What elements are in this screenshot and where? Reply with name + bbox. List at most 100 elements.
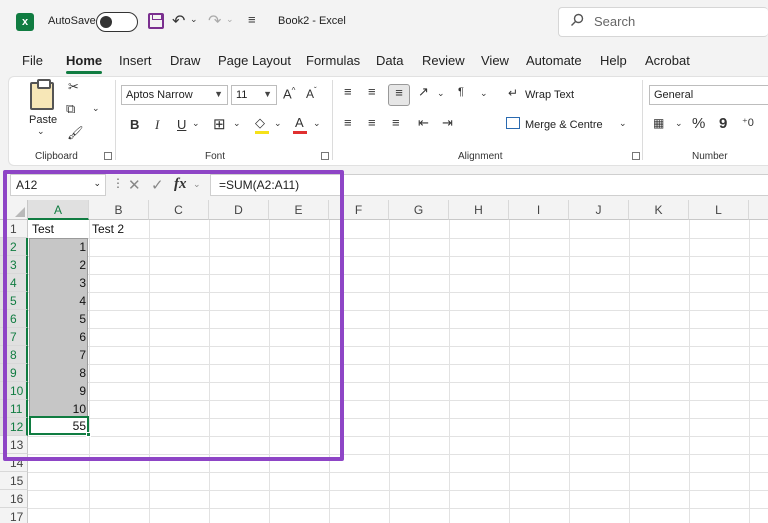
underline-button[interactable]: U [177,117,186,132]
merge-centre-button[interactable]: Merge & Centre [525,119,603,131]
cell-a11[interactable]: 10 [29,400,89,418]
cancel-icon[interactable]: ✕ [128,176,141,194]
undo-dropdown-icon[interactable]: ⌄ [190,14,198,25]
row-header-14[interactable]: 14 [0,454,28,472]
align-left-icon[interactable]: ≡ [344,115,352,130]
row-header-17[interactable]: 17 [0,508,28,523]
italic-button[interactable]: I [155,117,159,133]
cell-a4[interactable]: 3 [29,274,89,292]
row-header-7[interactable]: 7 [0,328,28,346]
row-header-4[interactable]: 4 [0,274,28,292]
column-header-b[interactable]: B [89,200,149,220]
cut-icon[interactable]: ✂ [68,79,79,95]
decrease-font-icon[interactable]: Aˇ [306,86,317,101]
cell-a5[interactable]: 4 [29,292,89,310]
select-all-corner[interactable] [0,200,28,220]
autosave-toggle[interactable] [96,12,138,32]
increase-decimal-icon[interactable]: ⁺0 [742,116,754,129]
row-header-8[interactable]: 8 [0,346,28,364]
merge-centre-icon[interactable] [506,117,520,129]
column-header-d[interactable]: D [209,200,269,220]
fill-color-icon[interactable]: ◇ [255,115,265,131]
redo-dropdown-icon[interactable]: ⌄ [226,14,234,25]
row-header-13[interactable]: 13 [0,436,28,454]
column-header-m[interactable] [749,200,768,220]
column-header-f[interactable]: F [329,200,389,220]
font-launcher-icon[interactable] [321,152,329,160]
text-direction-dropdown-icon[interactable]: ⌄ [480,88,488,99]
tab-view[interactable]: View [481,53,509,68]
wrap-text-button[interactable]: Wrap Text [525,89,574,101]
tab-formulas[interactable]: Formulas [306,53,360,68]
column-header-g[interactable]: G [389,200,449,220]
column-header-j[interactable]: J [569,200,629,220]
accounting-dropdown-icon[interactable]: ⌄ [675,118,683,129]
paste-icon[interactable] [30,79,54,110]
column-header-e[interactable]: E [269,200,329,220]
row-header-10[interactable]: 10 [0,382,28,400]
fx-dropdown-icon[interactable]: ⌄ [193,179,201,190]
row-header-16[interactable]: 16 [0,490,28,508]
tab-automate[interactable]: Automate [526,53,582,68]
font-color-button[interactable]: A [295,115,304,130]
cell-a10[interactable]: 9 [29,382,89,400]
search-box[interactable] [558,7,768,37]
insert-function-button[interactable]: fx [174,176,187,193]
paste-dropdown-icon[interactable]: ⌄ [37,126,45,137]
tab-insert[interactable]: Insert [119,53,152,68]
cell-a9[interactable]: 8 [29,364,89,382]
borders-icon[interactable]: ⊞ [213,115,226,133]
column-header-h[interactable]: H [449,200,509,220]
align-top-icon[interactable]: ≡ [344,84,352,99]
more-options-icon[interactable]: ⋮ [112,176,124,190]
name-box[interactable]: A12 ⌄ [10,174,106,196]
cell-b1[interactable]: Test 2 [89,220,149,238]
format-painter-icon[interactable]: 🖌 [67,125,84,141]
cell-a6[interactable]: 5 [29,310,89,328]
accounting-format-icon[interactable]: ▦ [653,116,664,130]
customize-toolbar-icon[interactable]: ≡ [248,12,256,27]
bold-button[interactable]: B [130,117,139,132]
enter-icon[interactable]: ✓ [151,176,164,194]
increase-indent-icon[interactable]: ⇥ [442,115,453,131]
tab-data[interactable]: Data [376,53,403,68]
font-size-select[interactable]: 11 ▼ [231,85,277,105]
tab-file[interactable]: File [22,53,43,68]
redo-icon[interactable]: ↷ [208,11,221,31]
cell-a7[interactable]: 6 [29,328,89,346]
alignment-launcher-icon[interactable] [632,152,640,160]
align-middle-icon[interactable]: ≡ [368,84,376,99]
fill-color-dropdown-icon[interactable]: ⌄ [274,118,282,129]
tab-home[interactable]: Home [66,53,102,68]
row-header-5[interactable]: 5 [0,292,28,310]
decrease-indent-icon[interactable]: ⇤ [418,115,429,131]
row-header-12[interactable]: 12 [0,418,28,436]
clipboard-launcher-icon[interactable] [104,152,112,160]
column-header-c[interactable]: C [149,200,209,220]
number-format-select[interactable]: General [649,85,768,105]
orientation-icon[interactable]: ↗ [418,84,429,100]
column-header-a[interactable]: A [28,200,89,220]
row-header-15[interactable]: 15 [0,472,28,490]
row-header-1[interactable]: 1 [0,220,28,238]
merge-dropdown-icon[interactable]: ⌄ [619,118,627,129]
text-direction-icon[interactable]: ¶ [458,86,464,98]
column-header-k[interactable]: K [629,200,689,220]
column-header-l[interactable]: L [689,200,749,220]
row-header-6[interactable]: 6 [0,310,28,328]
wrap-text-icon[interactable]: ↵ [508,86,518,100]
undo-icon[interactable]: ↶ [172,11,185,31]
row-header-11[interactable]: 11 [0,400,28,418]
borders-dropdown-icon[interactable]: ⌄ [233,118,241,129]
cell-a8[interactable]: 7 [29,346,89,364]
increase-font-icon[interactable]: A^ [283,86,295,101]
tab-page-layout[interactable]: Page Layout [218,53,291,68]
percent-button[interactable]: % [692,115,705,132]
cell-a3[interactable]: 2 [29,256,89,274]
formula-input[interactable]: =SUM(A2:A11) [210,174,768,196]
comma-style-button[interactable]: 9 [719,115,727,132]
align-right-icon[interactable]: ≡ [392,115,400,130]
cell-a1[interactable]: Test [29,220,89,238]
column-header-i[interactable]: I [509,200,569,220]
cell-a12[interactable]: 55 [29,417,89,435]
